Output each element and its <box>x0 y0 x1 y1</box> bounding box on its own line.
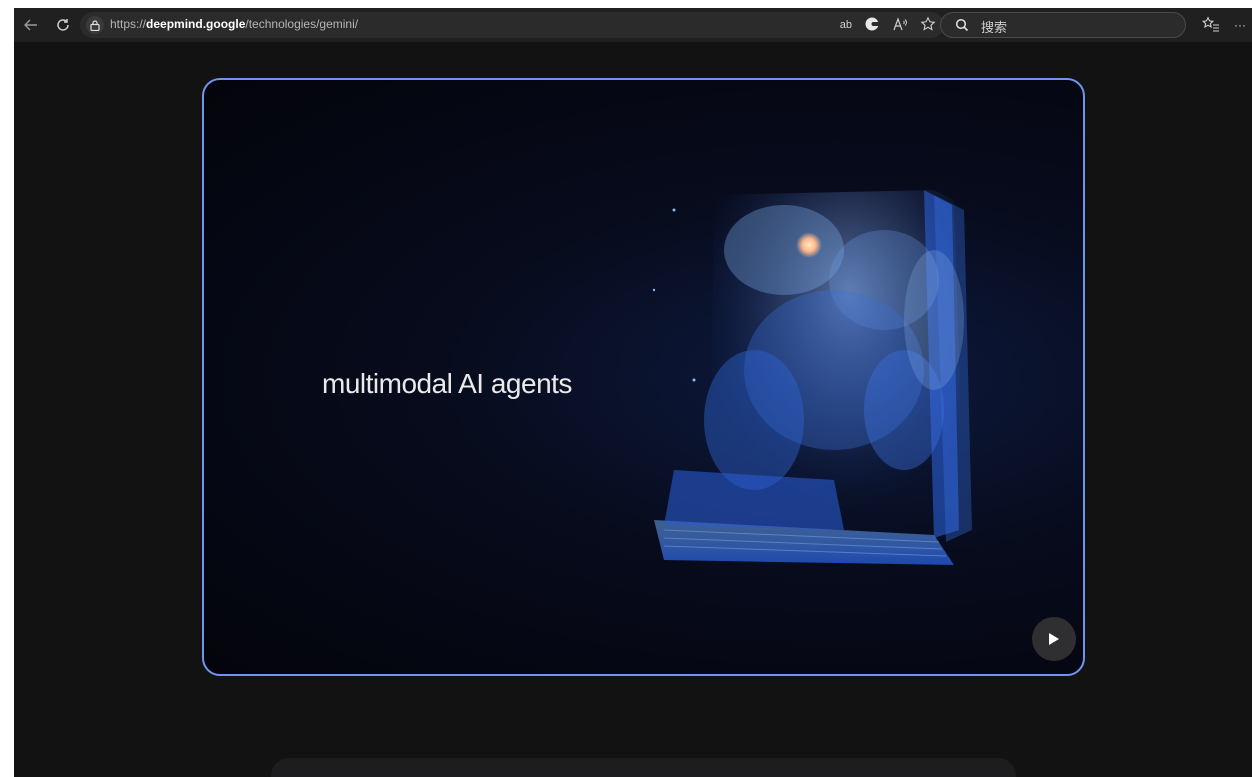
search-box[interactable]: 搜索 <box>940 12 1186 38</box>
address-bar-actions: ab <box>840 12 936 38</box>
screen: https://deepmind.google/technologies/gem… <box>0 0 1252 777</box>
browser-toolbar: https://deepmind.google/technologies/gem… <box>14 8 1252 42</box>
top-edge <box>0 0 1252 8</box>
read-aloud-icon[interactable] <box>892 16 908 34</box>
favorites-list-icon[interactable] <box>1201 16 1220 35</box>
lock-icon[interactable] <box>86 16 104 34</box>
more-icon[interactable]: ··· <box>1234 18 1246 32</box>
page-viewport: multimodal AI agents <box>14 42 1252 777</box>
url-domain: deepmind.google <box>146 17 246 31</box>
refresh-icon[interactable] <box>50 12 76 38</box>
url-prefix: https:// <box>110 17 147 31</box>
translate-icon[interactable]: ab <box>840 19 852 31</box>
video-headline: multimodal AI agents <box>322 368 572 399</box>
light-glow <box>796 232 822 258</box>
toolbar-right-actions: ··· <box>1201 12 1246 38</box>
favorite-star-icon[interactable] <box>920 16 936 35</box>
address-bar[interactable]: https://deepmind.google/technologies/gem… <box>80 12 944 38</box>
search-icon <box>955 18 969 37</box>
bottom-panel <box>271 758 1016 777</box>
search-placeholder: 搜索 <box>981 20 1008 35</box>
url-text[interactable]: https://deepmind.google/technologies/gem… <box>110 17 358 31</box>
back-arrow-icon[interactable] <box>18 12 44 38</box>
video-player[interactable]: multimodal AI agents <box>202 78 1085 676</box>
left-gutter <box>0 42 14 777</box>
url-path: /technologies/gemini/ <box>245 17 359 31</box>
play-icon <box>1049 633 1059 645</box>
play-button[interactable] <box>1032 617 1076 661</box>
copilot-icon[interactable] <box>864 16 880 35</box>
